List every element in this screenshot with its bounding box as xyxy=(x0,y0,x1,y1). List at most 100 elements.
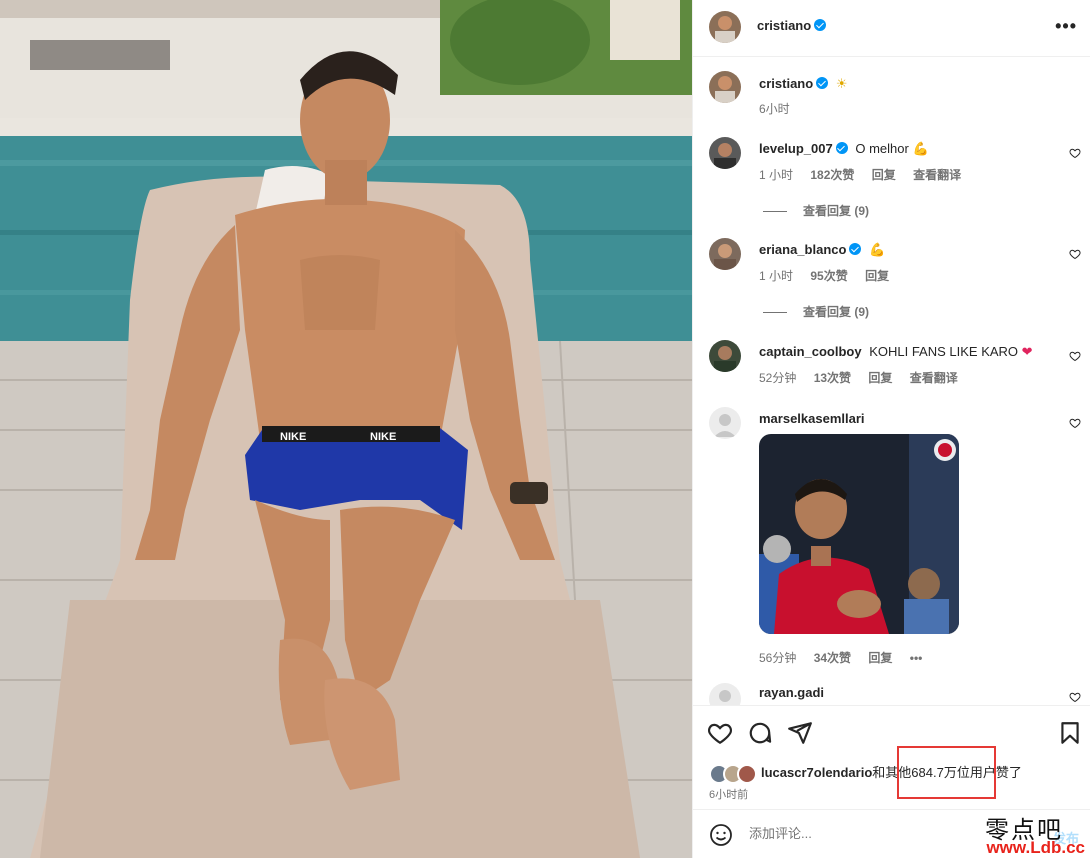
author-avatar-image xyxy=(715,16,735,43)
caption-avatar[interactable] xyxy=(709,71,741,103)
heart-icon[interactable] xyxy=(707,720,733,746)
author-username[interactable]: cristiano xyxy=(757,18,811,33)
comment-item: levelup_007 O melhor 💪 1 小时 182次赞 回复 查看翻… xyxy=(693,137,1090,227)
replies-divider xyxy=(763,211,787,213)
comment-likes[interactable]: 182次赞 xyxy=(810,168,854,182)
comment-item: captain_coolboy KOHLI FANS LIKE KARO ❤ 5… xyxy=(693,340,1090,390)
liked-by-username[interactable]: lucascr7olendario xyxy=(761,765,872,780)
highlight-box xyxy=(897,746,996,799)
author-avatar[interactable] xyxy=(709,11,741,43)
comment-emoji: 💪 xyxy=(869,242,886,257)
post-side-panel: cristiano ••• cristiano ☀ 6小时 levelup_00… xyxy=(692,0,1090,858)
commenter-avatar[interactable] xyxy=(709,238,741,270)
commenter-avatar-image xyxy=(714,346,736,372)
post-actions: lucascr7olendario和其他684.7万位用户赞了 6小时前 xyxy=(693,705,1090,809)
comment-username[interactable]: levelup_007 xyxy=(759,141,833,156)
commenter-avatar[interactable] xyxy=(709,137,741,169)
post-header: cristiano ••• xyxy=(693,0,1090,57)
comment-meta: 52分钟 13次赞 回复 查看翻译 xyxy=(759,369,972,386)
comment-more-icon[interactable]: ••• xyxy=(910,651,923,665)
translate-button[interactable]: 查看翻译 xyxy=(913,168,961,182)
commenter-avatar[interactable] xyxy=(709,683,741,705)
author-name-row: cristiano xyxy=(757,17,827,35)
like-comment-heart-icon[interactable] xyxy=(1069,147,1081,159)
comment-item: rayan.gadi xyxy=(693,683,1090,705)
svg-text:NIKE: NIKE xyxy=(370,431,396,443)
bookmark-icon[interactable] xyxy=(1057,720,1083,746)
comment-icon[interactable] xyxy=(747,720,773,746)
caption-avatar-image xyxy=(715,76,735,103)
reply-button[interactable]: 回复 xyxy=(868,651,892,665)
view-replies-button[interactable]: 查看回复 (9) xyxy=(763,202,869,219)
verified-icon xyxy=(835,142,848,154)
translate-button[interactable]: 查看翻译 xyxy=(910,371,958,385)
comment-attached-image[interactable] xyxy=(759,434,959,634)
comment-line: levelup_007 O melhor 💪 xyxy=(759,141,929,157)
comment-emoji: 💪 xyxy=(912,141,929,156)
caption-username[interactable]: cristiano xyxy=(759,76,813,91)
comment-username[interactable]: marselkasemllari xyxy=(759,411,865,426)
comment-meta: 56分钟 34次赞 回复 ••• xyxy=(759,649,936,666)
comment-likes[interactable]: 13次赞 xyxy=(814,371,851,385)
reply-button[interactable]: 回复 xyxy=(868,371,892,385)
comment-likes[interactable]: 95次赞 xyxy=(810,269,847,283)
verified-icon xyxy=(816,77,829,89)
default-avatar-icon xyxy=(719,690,731,702)
photo-illustration: NIKE NIKE xyxy=(0,0,692,858)
comment-item: eriana_blanco 💪 1 小时 95次赞 回复 查看回复 (9) xyxy=(693,238,1090,328)
watermark-url: www.Ldb.cc xyxy=(986,838,1085,857)
comment-text: KOHLI FANS LIKE KARO xyxy=(869,344,1019,359)
comment-meta: 1 小时 95次赞 回复 xyxy=(759,267,903,284)
more-icon[interactable]: ••• xyxy=(1055,16,1077,37)
comment-meta: 1 小时 182次赞 回复 查看翻译 xyxy=(759,166,975,183)
caption-time: 6小时 xyxy=(759,102,790,116)
default-avatar-icon xyxy=(714,414,736,437)
share-icon[interactable] xyxy=(787,720,813,746)
add-comment-bar: 发布 零点吧 www.Ldb.cc xyxy=(693,809,1090,858)
commenter-avatar[interactable] xyxy=(709,407,741,439)
like-comment-heart-icon[interactable] xyxy=(1069,691,1081,703)
liker-avatar xyxy=(737,763,757,784)
comment-likes[interactable]: 34次赞 xyxy=(814,651,851,665)
verified-icon xyxy=(849,243,862,255)
attached-photo-illustration xyxy=(759,434,959,634)
view-replies-button[interactable]: 查看回复 (9) xyxy=(763,303,869,320)
comment-emoji: ❤ xyxy=(1021,344,1033,359)
comments-list[interactable]: cristiano ☀ 6小时 levelup_007 O melhor 💪 1… xyxy=(693,57,1090,705)
comment-input[interactable] xyxy=(749,826,969,841)
instagram-post-view: NIKE NIKE cristiano ••• cristiano ☀ 6小时 … xyxy=(0,0,1090,858)
comment-text: O melhor xyxy=(855,141,909,156)
commenter-avatar-image xyxy=(714,244,736,270)
comment-username[interactable]: eriana_blanco xyxy=(759,242,846,257)
comment-username[interactable]: rayan.gadi xyxy=(759,685,824,700)
comment-time: 1 小时 xyxy=(759,269,794,283)
post-photo[interactable]: NIKE NIKE xyxy=(0,0,692,858)
comment-time: 56分钟 xyxy=(759,651,797,665)
post-time: 6小时前 xyxy=(709,789,749,801)
comment-line: rayan.gadi xyxy=(759,685,824,700)
like-comment-heart-icon[interactable] xyxy=(1069,417,1081,429)
comment-time: 1 小时 xyxy=(759,168,794,182)
caption-emoji: ☀ xyxy=(835,76,848,91)
svg-text:NIKE: NIKE xyxy=(280,431,306,443)
like-comment-heart-icon[interactable] xyxy=(1069,350,1081,362)
commenter-avatar[interactable] xyxy=(709,340,741,372)
comment-line: eriana_blanco 💪 xyxy=(759,242,885,258)
reply-button[interactable]: 回复 xyxy=(865,269,889,283)
caption-meta: 6小时 xyxy=(759,100,804,117)
liker-avatars xyxy=(709,763,761,784)
comment-username[interactable]: captain_coolboy xyxy=(759,344,862,359)
emoji-icon[interactable] xyxy=(709,823,733,847)
reply-button[interactable]: 回复 xyxy=(872,168,896,182)
view-replies-label: 查看回复 (9) xyxy=(803,204,870,218)
caption-line: cristiano ☀ xyxy=(759,76,847,92)
verified-icon xyxy=(814,19,827,31)
commenter-avatar-image xyxy=(714,143,736,169)
comment-line: captain_coolboy KOHLI FANS LIKE KARO ❤ xyxy=(759,344,1033,360)
view-replies-label: 查看回复 (9) xyxy=(803,305,870,319)
caption: cristiano ☀ 6小时 xyxy=(693,71,1090,131)
like-comment-heart-icon[interactable] xyxy=(1069,248,1081,260)
comment-item: marselkasemllari 56分钟 34次赞 回复 ••• xyxy=(693,407,1090,667)
comment-time: 52分钟 xyxy=(759,371,797,385)
replies-divider xyxy=(763,312,787,314)
